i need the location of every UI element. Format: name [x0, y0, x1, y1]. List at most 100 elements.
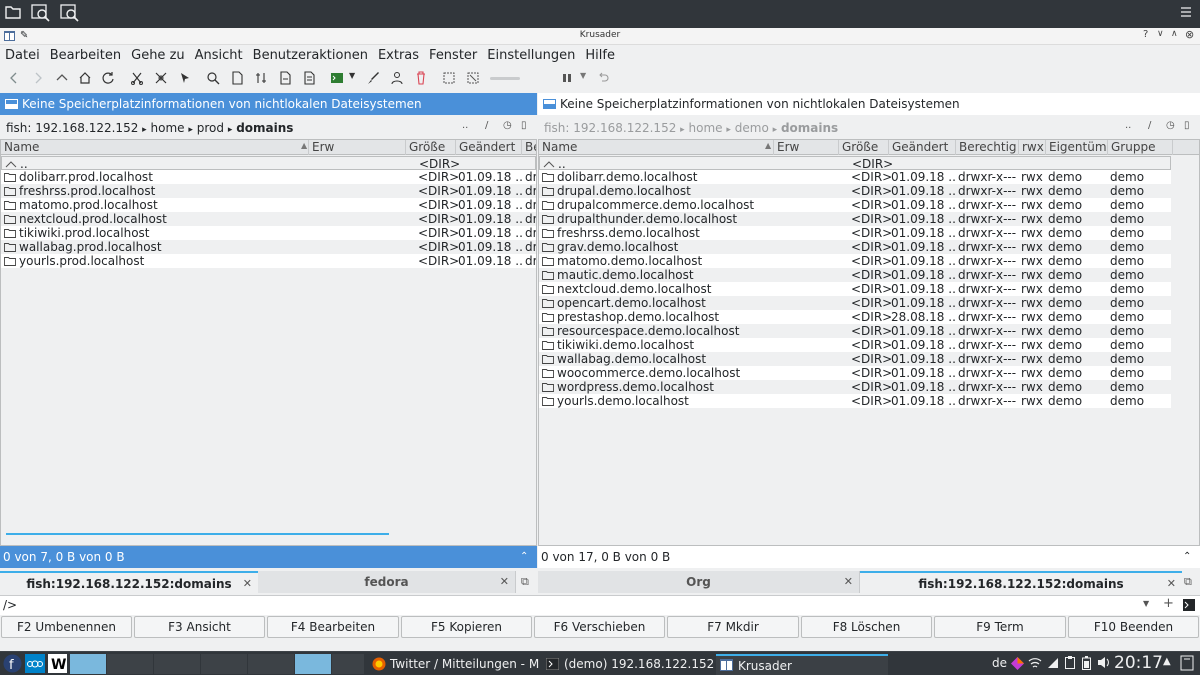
wallabag-icon[interactable]: W	[48, 654, 67, 673]
desktop-pager-4[interactable]	[201, 654, 247, 674]
brush-icon[interactable]	[366, 71, 380, 85]
home-icon[interactable]	[78, 71, 92, 85]
col-group[interactable]: Gruppe	[1108, 140, 1173, 155]
command-line[interactable]: /> ▼ +	[0, 595, 1200, 615]
file-row[interactable]: drupalthunder.demo.localhost <DIR> 01.09.1…	[539, 212, 1171, 226]
left-up-button[interactable]: ..	[462, 120, 468, 131]
f6-move-button[interactable]: F6 Verschieben	[534, 616, 665, 638]
col-size[interactable]: Größe	[406, 140, 456, 155]
network-icon[interactable]	[1047, 657, 1059, 669]
cut-icon[interactable]	[130, 71, 144, 85]
queue-dropdown-icon[interactable]: ▼	[580, 71, 594, 85]
f9-term-button[interactable]: F9 Term	[934, 616, 1066, 638]
sync-icon[interactable]	[254, 71, 268, 85]
left-history-icon[interactable]: ◷	[503, 120, 512, 131]
file-row[interactable]: drupal.demo.localhost <DIR> 01.09.18 ... dr…	[539, 184, 1171, 198]
file-row[interactable]: drupalcommerce.demo.localhost <DIR> 01.09.…	[539, 198, 1171, 212]
up-icon[interactable]	[55, 71, 69, 85]
col-owner[interactable]: Eigentüm	[1046, 140, 1108, 155]
desktop-pager-2[interactable]	[107, 654, 153, 674]
col-rwx[interactable]: rwx	[1019, 140, 1046, 155]
task-terminal[interactable]: (demo) 192.168.122.152 ...	[542, 654, 714, 675]
window-titlebar[interactable]: ✎ Krusader ? ∨ ∧ ⊗	[0, 28, 1200, 45]
file-row[interactable]: wallabag.prod.localhost <DIR> 01.09.18 ...…	[1, 240, 536, 254]
select-icon[interactable]	[178, 71, 192, 85]
right-history-icon[interactable]: ◷	[1166, 120, 1175, 131]
view-file-icon[interactable]	[302, 71, 316, 85]
nextcloud-icon[interactable]	[25, 654, 45, 673]
left-bookmark-icon[interactable]: ▯	[521, 120, 527, 131]
desktop-pager-3[interactable]	[154, 654, 200, 674]
file-row[interactable]: wordpress.demo.localhost <DIR> 01.09.18 ..…	[539, 380, 1171, 394]
left-scrollbar[interactable]	[6, 533, 389, 535]
tab-close-icon[interactable]: ✕	[844, 571, 853, 593]
file-row[interactable]: freshrss.prod.localhost <DIR> 01.09.18 ...…	[1, 184, 536, 198]
file-row[interactable]: grav.demo.localhost <DIR> 01.09.18 ... drwx…	[539, 240, 1171, 254]
desktop-pager-5[interactable]	[248, 654, 294, 674]
col-size[interactable]: Größe	[839, 140, 889, 155]
col-perm[interactable]: Be	[522, 140, 536, 155]
right-breadcrumb[interactable]: fish: 192.168.122.152 ▸ home ▸ demo ▸ do…	[538, 118, 1200, 138]
close-icon[interactable]: ⊗	[1185, 28, 1194, 41]
file-row[interactable]: yourls.prod.localhost <DIR> 01.09.18 ... dr	[1, 254, 536, 268]
file-row[interactable]: prestashop.demo.localhost <DIR> 28.08.18 .…	[539, 310, 1171, 324]
col-ext[interactable]: Erw	[309, 140, 406, 155]
compare-icon[interactable]	[154, 71, 168, 85]
clock[interactable]: 20:17	[1114, 653, 1163, 673]
menu-datei[interactable]: Datei	[0, 45, 45, 66]
search-desktop-icon[interactable]	[60, 3, 84, 25]
file-row[interactable]: matomo.demo.localhost <DIR> 01.09.18 ... dr…	[539, 254, 1171, 268]
chevron-up-icon[interactable]: ⌃	[520, 546, 528, 568]
folder-icon[interactable]	[4, 3, 28, 25]
task-firefox[interactable]: Twitter / Mitteilungen - M...	[368, 654, 540, 675]
unselect-icon[interactable]	[466, 71, 480, 85]
tab-left-fedora[interactable]: fedora ✕	[258, 571, 516, 593]
f4-edit-button[interactable]: F4 Bearbeiten	[267, 616, 399, 638]
col-name[interactable]: Name	[1, 140, 309, 155]
search-window-icon[interactable]	[31, 3, 55, 25]
f7-mkdir-button[interactable]: F7 Mkdir	[667, 616, 799, 638]
updir-row[interactable]: .. <DIR>	[539, 156, 1171, 171]
refresh-icon[interactable]	[101, 71, 115, 85]
menu-gehe-zu[interactable]: Gehe zu	[126, 45, 190, 66]
zoom-slider[interactable]	[490, 77, 520, 80]
file-row[interactable]: resourcespace.demo.localhost <DIR> 01.09.1…	[539, 324, 1171, 338]
file-row[interactable]: freshrss.demo.localhost <DIR> 01.09.18 ...…	[539, 226, 1171, 240]
right-file-list[interactable]: Name ▲ Erw Größe Geändert Berechtig rwx …	[538, 139, 1200, 546]
col-perm[interactable]: Berechtig	[956, 140, 1019, 155]
help-icon[interactable]: ?	[1143, 29, 1148, 40]
tab-right-domains[interactable]: fish:192.168.122.152:domains ✕	[860, 571, 1182, 593]
f2-rename-button[interactable]: F2 Umbenennen	[1, 616, 132, 638]
hamburger-menu-icon[interactable]	[1180, 6, 1200, 28]
menu-hilfe[interactable]: Hilfe	[580, 45, 620, 66]
new-tab-icon[interactable]: ⧉	[521, 575, 529, 589]
menu-bearbeiten[interactable]: Bearbeiten	[45, 45, 126, 66]
color-picker-icon[interactable]	[1011, 657, 1024, 670]
clipboard-icon[interactable]	[1065, 656, 1075, 669]
tab-close-icon[interactable]: ✕	[243, 573, 252, 595]
tab-close-icon[interactable]: ✕	[500, 571, 509, 593]
f10-quit-button[interactable]: F10 Beenden	[1068, 616, 1199, 638]
terminal-icon[interactable]	[330, 71, 344, 85]
left-breadcrumb[interactable]: fish: 192.168.122.152 ▸ home ▸ prod ▸ do…	[0, 118, 537, 138]
left-root-button[interactable]: /	[485, 120, 488, 131]
file-row[interactable]: dolibarr.prod.localhost <DIR> 01.09.18 ...…	[1, 170, 536, 184]
breadcrumb-prod[interactable]: prod	[197, 121, 224, 135]
wifi-icon[interactable]	[1028, 657, 1042, 669]
terminal-toggle-icon[interactable]	[1183, 599, 1195, 611]
maximize-icon[interactable]: ∧	[1171, 29, 1178, 39]
tab-right-org[interactable]: Org ✕	[538, 571, 860, 593]
f3-view-button[interactable]: F3 Ansicht	[134, 616, 265, 638]
menu-ansicht[interactable]: Ansicht	[190, 45, 248, 66]
file-row[interactable]: tikiwiki.prod.localhost <DIR> 01.09.18 ...…	[1, 226, 536, 240]
file-row[interactable]: tikiwiki.demo.localhost <DIR> 01.09.18 ...…	[539, 338, 1171, 352]
file-row[interactable]: opencart.demo.localhost <DIR> 01.09.18 ...…	[539, 296, 1171, 310]
desktop-pager-7[interactable]	[332, 654, 364, 674]
edit-file-icon[interactable]	[278, 71, 292, 85]
col-ext[interactable]: Erw	[774, 140, 839, 155]
tab-left-domains[interactable]: fish:192.168.122.152:domains ✕	[0, 571, 258, 593]
file-row[interactable]: mautic.demo.localhost <DIR> 01.09.18 ... dr…	[539, 268, 1171, 282]
menu-einstellungen[interactable]: Einstellungen	[482, 45, 580, 66]
right-up-button[interactable]: ..	[1125, 120, 1131, 131]
menu-extras[interactable]: Extras	[373, 45, 424, 66]
